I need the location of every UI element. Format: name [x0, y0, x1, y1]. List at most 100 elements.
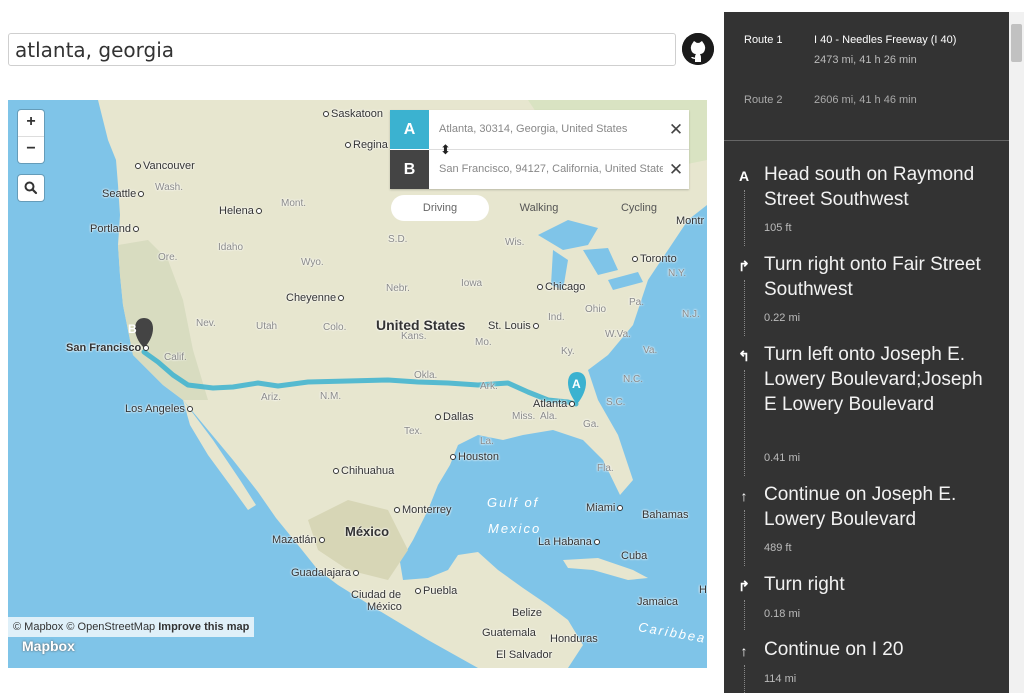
- city-label: Chicago: [535, 281, 585, 293]
- map-view[interactable]: B A Saskatoon Regina Vancouver Wash. Sea…: [8, 100, 707, 668]
- improve-map-link[interactable]: Improve this map: [158, 621, 249, 633]
- step-distance: 0.18 mi: [764, 608, 801, 620]
- tab-walking[interactable]: Walking: [501, 195, 577, 221]
- close-icon[interactable]: ✕: [666, 150, 686, 189]
- destination-row: B San Francisco, 94127, California, Unit…: [390, 150, 689, 189]
- marker-a-label: A: [572, 377, 581, 391]
- map-attribution: © Mapbox © OpenStreetMap Improve this ma…: [8, 617, 255, 637]
- state-label: S.C.: [606, 397, 626, 408]
- step-distance: 0.41 mi: [764, 452, 801, 464]
- swap-arrows-icon[interactable]: ⬍: [440, 142, 451, 158]
- state-label: S.D.: [388, 234, 408, 245]
- search-input[interactable]: [9, 34, 675, 65]
- state-label: Calif.: [164, 352, 187, 363]
- city-label: Ciudad de: [351, 589, 402, 601]
- turn-right-icon: ↱: [738, 578, 750, 594]
- country-label: Belize: [512, 607, 542, 619]
- state-label: Ore.: [158, 252, 178, 263]
- city-label: Los Angeles: [125, 403, 195, 415]
- scrollbar-thumb[interactable]: [1011, 24, 1022, 62]
- zoom-in-button[interactable]: +: [18, 110, 44, 137]
- state-label: Fla.: [597, 463, 614, 474]
- continue-icon: ↑: [740, 643, 748, 659]
- state-label: Okla.: [414, 370, 438, 381]
- mapbox-attribution-link[interactable]: © Mapbox: [13, 621, 63, 633]
- step-text: Continue on I 20: [764, 639, 904, 660]
- city-label: San Francisco: [66, 342, 151, 354]
- continue-icon: ↑: [740, 488, 748, 504]
- step-connector: [744, 370, 745, 476]
- state-label: Utah: [256, 321, 278, 332]
- route-label: Route 1: [744, 34, 783, 46]
- city-label: La Habana: [538, 536, 602, 548]
- state-label: Ariz.: [261, 392, 281, 403]
- state-label: Ga.: [583, 419, 600, 430]
- route-option-1[interactable]: Route 1 I 40 - Needles Freeway (I 40) 24…: [724, 34, 1009, 74]
- state-label: Nebr.: [386, 283, 410, 294]
- city-label: Cheyenne: [286, 292, 346, 304]
- state-label: Mo.: [475, 337, 492, 348]
- state-label: N.C.: [623, 374, 643, 385]
- tab-driving[interactable]: Driving: [391, 195, 489, 221]
- route-name: I 40 - Needles Freeway (I 40): [814, 34, 957, 46]
- close-icon[interactable]: ✕: [666, 110, 686, 149]
- state-label: Ala.: [540, 411, 558, 422]
- origin-badge: A: [390, 110, 429, 149]
- country-label: Guatemala: [482, 627, 536, 639]
- divider: [724, 140, 1009, 141]
- city-label: Atlanta: [533, 398, 577, 410]
- city-label: H: [699, 584, 707, 596]
- state-label: Ind.: [548, 312, 565, 323]
- origin-a-icon: A: [738, 168, 750, 184]
- step-connector: [744, 600, 745, 630]
- state-label: Mont.: [281, 198, 307, 209]
- city-label: Toronto: [630, 253, 677, 265]
- destination-badge: B: [390, 150, 429, 189]
- country-label: Jamaica: [637, 596, 678, 608]
- step-connector: [744, 510, 745, 566]
- scrollbar[interactable]: [1009, 12, 1024, 693]
- city-label: Mazatlán: [272, 534, 327, 546]
- state-label: Ohio: [585, 304, 607, 315]
- state-label: Miss.: [512, 411, 536, 422]
- destination-input[interactable]: San Francisco, 94127, California, United…: [439, 150, 663, 189]
- step-distance: 114 mi: [764, 673, 797, 685]
- country-label: México: [345, 524, 390, 539]
- step-distance: 489 ft: [764, 542, 792, 554]
- country-label: Cuba: [621, 550, 648, 562]
- step-text: Turn right: [764, 574, 845, 595]
- search-icon[interactable]: [18, 175, 44, 201]
- state-label: Wyo.: [301, 257, 324, 268]
- directions-inputs: A Atlanta, 30314, Georgia, United States…: [390, 110, 689, 189]
- search-field[interactable]: [8, 33, 676, 66]
- sea-label: Mexico: [488, 521, 542, 536]
- city-label: Regina: [343, 139, 388, 151]
- github-icon[interactable]: [682, 33, 714, 65]
- state-label: Wis.: [505, 237, 525, 248]
- city-label: Chihuahua: [331, 465, 394, 477]
- step-text: Turn left onto Joseph E. Lowery Boulevar…: [764, 344, 983, 415]
- state-label: Pa.: [629, 297, 645, 308]
- zoom-out-button[interactable]: −: [18, 137, 44, 163]
- zoom-controls: + −: [18, 110, 44, 163]
- state-label: Wash.: [155, 182, 183, 193]
- origin-input[interactable]: Atlanta, 30314, Georgia, United States: [439, 110, 663, 149]
- turn-right-icon: ↱: [738, 258, 750, 274]
- sea-label: Gulf of: [487, 495, 540, 510]
- city-label: Houston: [448, 451, 499, 463]
- osm-attribution-link[interactable]: © OpenStreetMap: [66, 621, 155, 633]
- origin-row: A Atlanta, 30314, Georgia, United States…: [390, 110, 689, 149]
- city-label: Portland: [90, 223, 141, 235]
- state-label: Kans.: [401, 331, 427, 342]
- route-option-2[interactable]: Route 2 2606 mi, 41 h 46 min: [724, 94, 1009, 114]
- state-label: Tex.: [404, 426, 423, 437]
- state-label: Ark.: [480, 381, 498, 392]
- mapbox-logo[interactable]: Mapbox: [22, 638, 75, 654]
- state-label: N.Y.: [668, 268, 687, 279]
- step-connector: [744, 665, 745, 693]
- tab-cycling[interactable]: Cycling: [601, 195, 677, 221]
- city-label: Guadalajara: [291, 567, 361, 579]
- city-label: Miami: [586, 502, 625, 514]
- state-label: Nev.: [196, 318, 216, 329]
- city-label: Puebla: [413, 585, 457, 597]
